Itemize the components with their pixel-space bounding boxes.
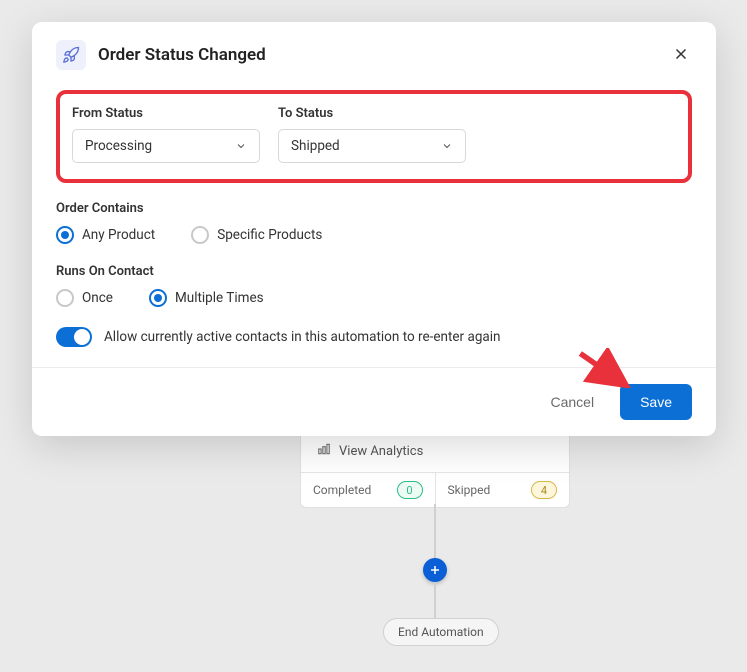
order-contains-label: Order Contains <box>56 201 692 216</box>
connector-line <box>434 504 436 560</box>
analytics-label: View Analytics <box>339 444 423 459</box>
to-status-value: Shipped <box>291 138 340 154</box>
radio-once[interactable]: Once <box>56 289 113 307</box>
cancel-button[interactable]: Cancel <box>540 386 604 418</box>
radio-icon <box>149 289 167 307</box>
from-status-label: From Status <box>72 106 260 121</box>
radio-any-product[interactable]: Any Product <box>56 226 155 244</box>
modal-title: Order Status Changed <box>98 45 266 65</box>
radio-icon <box>56 289 74 307</box>
reentry-label: Allow currently active contacts in this … <box>104 329 500 345</box>
completed-count: 0 <box>397 481 423 499</box>
connector-line <box>434 582 436 620</box>
chevron-down-icon <box>235 140 247 152</box>
to-status-select[interactable]: Shipped <box>278 129 466 163</box>
view-analytics-link[interactable]: View Analytics <box>317 442 553 460</box>
radio-multiple-times[interactable]: Multiple Times <box>149 289 264 307</box>
to-status-label: To Status <box>278 106 466 121</box>
radio-icon <box>191 226 209 244</box>
skipped-count: 4 <box>531 481 557 499</box>
rocket-icon <box>56 40 86 70</box>
radio-icon <box>56 226 74 244</box>
order-contains-group: Any Product Specific Products <box>56 226 692 244</box>
status-highlight-box: From Status Processing To Status Shipped <box>56 90 692 183</box>
analytics-icon <box>317 442 331 460</box>
skipped-stat: Skipped 4 <box>436 473 570 507</box>
reentry-toggle[interactable] <box>56 327 92 347</box>
from-status-value: Processing <box>85 138 152 154</box>
add-step-button[interactable] <box>423 558 447 582</box>
end-automation-pill[interactable]: End Automation <box>383 618 499 646</box>
radio-specific-products[interactable]: Specific Products <box>191 226 322 244</box>
chevron-down-icon <box>441 140 453 152</box>
runs-on-label: Runs On Contact <box>56 264 692 279</box>
toggle-knob <box>74 329 90 345</box>
close-button[interactable] <box>672 45 692 65</box>
completed-stat: Completed 0 <box>301 473 436 507</box>
runs-on-group: Once Multiple Times <box>56 289 692 307</box>
from-status-select[interactable]: Processing <box>72 129 260 163</box>
save-button[interactable]: Save <box>620 384 692 420</box>
order-status-modal: Order Status Changed From Status Process… <box>32 22 716 436</box>
